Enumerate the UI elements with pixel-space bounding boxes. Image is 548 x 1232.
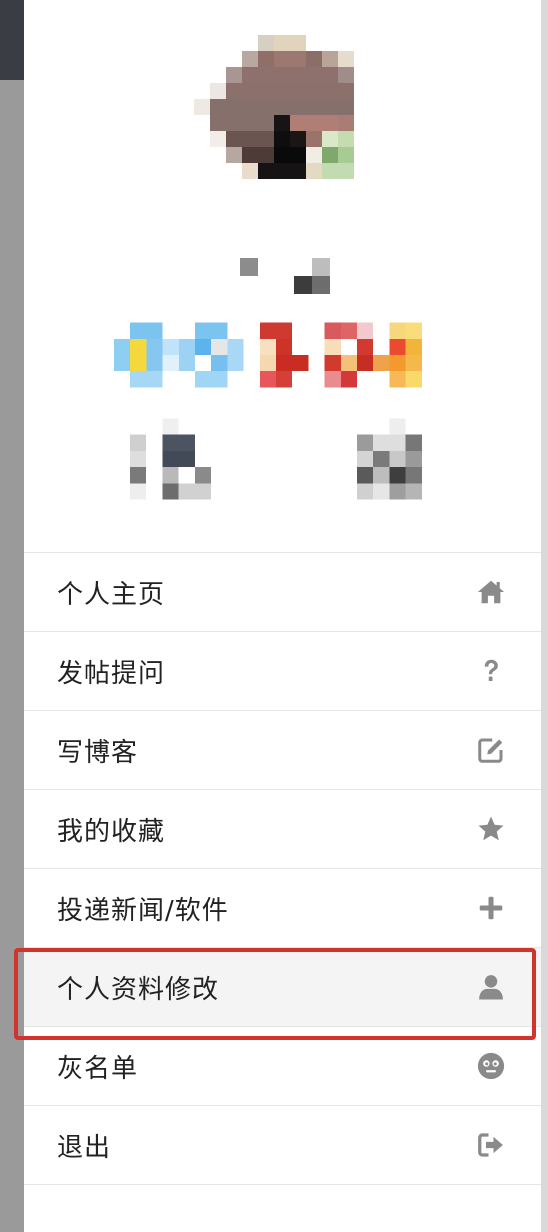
menu-item-edit-profile[interactable]: 个人资料修改 (24, 948, 541, 1027)
menu-item-homepage[interactable]: 个人主页 (24, 553, 541, 632)
stats-pixelated (130, 418, 422, 500)
menu-item-label: 个人主页 (57, 579, 166, 610)
menu-item-label: 我的收藏 (57, 816, 166, 847)
badges-pixelated (114, 322, 422, 388)
menu-item-my-favorites[interactable]: 我的收藏 (24, 790, 541, 869)
menu-item-label: 写博客 (57, 737, 139, 768)
question-icon (475, 655, 507, 687)
menu-item-ask-question[interactable]: 发帖提问 (24, 632, 541, 711)
user-icon (475, 971, 507, 1003)
panel-edge (541, 0, 548, 1232)
menu-item-label: 灰名单 (57, 1053, 139, 1084)
username-pixelated (240, 258, 330, 294)
menu-item-label: 退出 (57, 1132, 112, 1163)
menu-item-label: 发帖提问 (57, 658, 166, 689)
star-icon (475, 813, 507, 845)
user-menu: 个人主页 发帖提问 写博客 我的收藏 投递新闻/软件 个人资料修改 灰名单 退出 (24, 552, 541, 1185)
edit-icon (475, 734, 507, 766)
menu-item-label: 投递新闻/软件 (57, 895, 229, 926)
avatar[interactable] (194, 34, 370, 196)
menu-item-write-blog[interactable]: 写博客 (24, 711, 541, 790)
menu-item-label: 个人资料修改 (57, 974, 220, 1005)
background-window-strip (0, 0, 24, 80)
sign-out-icon (475, 1129, 507, 1161)
menu-item-logout[interactable]: 退出 (24, 1106, 541, 1185)
home-icon (475, 576, 507, 608)
menu-item-graylist[interactable]: 灰名单 (24, 1027, 541, 1106)
menu-item-submit-news[interactable]: 投递新闻/软件 (24, 869, 541, 948)
meh-face-icon (475, 1050, 507, 1082)
plus-icon (475, 892, 507, 924)
